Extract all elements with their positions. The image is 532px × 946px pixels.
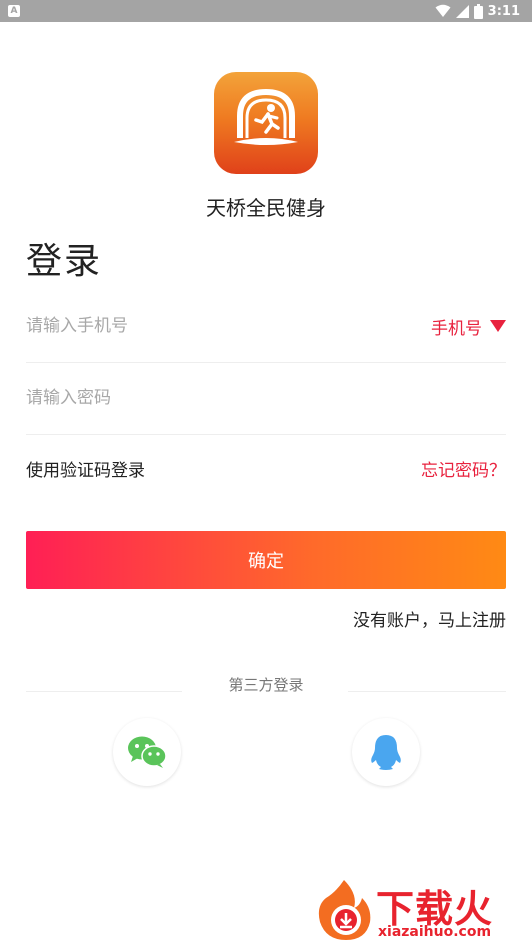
divider-right [348, 691, 506, 692]
login-options-row: 使用验证码登录 忘记密码？ [26, 456, 506, 486]
watermark-url: xiazaihuo.com [378, 924, 492, 940]
notification-icon: A [8, 5, 20, 17]
status-bar-right: 3:11 [435, 2, 520, 20]
battery-icon [473, 3, 483, 19]
phone-type-label: 手机号 [431, 318, 482, 339]
watermark: 下载火 xiazaihuo.com [314, 876, 528, 944]
page-title: 登录 [26, 241, 103, 282]
confirm-button[interactable]: 确定 [26, 531, 506, 589]
triangle-down-icon [490, 320, 506, 332]
wifi-icon [435, 4, 451, 17]
runner-gate-logo-icon [234, 88, 298, 145]
password-input[interactable] [26, 364, 406, 432]
register-link[interactable]: 没有账户，马上注册 [353, 606, 506, 631]
qq-icon [371, 735, 401, 770]
qq-login-button[interactable] [352, 718, 420, 786]
status-bar: A 3:11 [0, 0, 532, 22]
password-field-row [26, 364, 506, 435]
status-time: 3:11 [487, 3, 520, 19]
signal-icon [455, 4, 469, 18]
sms-login-link[interactable]: 使用验证码登录 [26, 456, 145, 481]
phone-field-row: 手机号 [26, 292, 506, 363]
phone-input[interactable] [26, 292, 406, 360]
app-logo [214, 72, 318, 174]
forgot-password-link[interactable]: 忘记密码？ [421, 456, 506, 481]
phone-type-selector[interactable]: 手机号 [431, 312, 506, 340]
wechat-login-button[interactable] [113, 718, 181, 786]
app-name: 天桥全民健身 [206, 196, 326, 220]
flame-logo-icon [318, 880, 371, 940]
wechat-icon [128, 736, 167, 768]
